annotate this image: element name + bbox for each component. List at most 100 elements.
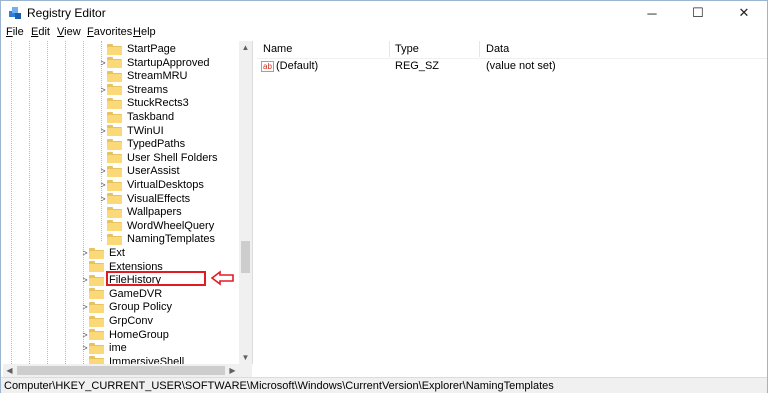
chevron-right-icon[interactable]: > [99,194,107,204]
tree-item[interactable]: > VisualEffects [100,192,191,206]
tree-item[interactable]: > Ext [82,246,125,260]
tree-item[interactable]: ImmersiveShell [89,355,184,364]
scroll-down-icon[interactable]: ▼ [239,351,252,364]
scroll-thumb[interactable] [17,366,225,375]
folder-icon [89,356,104,364]
folder-icon [107,97,122,109]
tree-item-label: WordWheelQuery [127,219,215,232]
tree-item[interactable]: StartPage [107,42,176,56]
menu-view[interactable]: View [57,26,81,38]
chevron-right-icon[interactable]: > [81,302,89,312]
menu-favorites[interactable]: Favorites [87,26,132,38]
tree-item[interactable]: Taskband [107,110,174,124]
title-bar[interactable]: Registry Editor ─ ☐ ✕ [1,1,767,25]
minimize-button[interactable]: ─ [629,1,675,25]
tree-item[interactable]: > Group Policy [82,300,172,314]
menu-edit[interactable]: Edit [31,26,50,38]
menu-file[interactable]: File [6,26,24,38]
tree-item-label: Wallpapers [127,206,182,219]
tree-item-label: VisualEffects [127,192,191,205]
folder-icon [89,342,104,354]
folder-icon [89,247,104,259]
chevron-right-icon[interactable]: > [81,330,89,340]
tree-guide-line [29,41,30,364]
tree-item-label: NamingTemplates [127,233,216,246]
tree-item-label: TypedPaths [127,138,186,151]
tree-guide-line [47,41,48,364]
folder-icon [107,152,122,164]
close-button[interactable]: ✕ [721,1,767,25]
scroll-thumb[interactable] [241,241,250,273]
folder-icon [89,261,104,273]
tree-item-label: GameDVR [109,287,163,300]
tree-item[interactable]: StreamMRU [107,69,188,83]
tree-item-label: StreamMRU [127,70,188,83]
tree-item[interactable]: GrpConv [89,314,153,328]
tree-item-label: StartPage [127,43,176,55]
tree-item[interactable]: > VirtualDesktops [100,178,204,192]
folder-icon [107,206,122,218]
registry-editor-window: Registry Editor ─ ☐ ✕ File Edit View Fav… [0,0,768,393]
maximize-button[interactable]: ☐ [675,1,721,25]
tree-horizontal-scrollbar[interactable]: ◀ ▶ [3,364,239,377]
column-header-name[interactable]: Name [263,41,391,57]
folder-icon [107,70,122,82]
folder-icon [107,84,122,96]
window-title: Registry Editor [27,6,106,20]
status-bar: Computer\HKEY_CURRENT_USER\SOFTWARE\Micr… [1,377,767,393]
value-row-data[interactable]: (value not set) [486,59,556,73]
tree-item-label: VirtualDesktops [127,179,204,191]
tree-guide-line [83,41,84,364]
tree-vertical-scrollbar[interactable]: ▲ ▼ [239,41,252,364]
string-value-icon: ab [261,60,274,72]
tree-item[interactable]: NamingTemplates [107,232,215,246]
menu-help[interactable]: Help [133,26,156,38]
tree-item[interactable]: > ime [82,341,126,355]
folder-icon [107,125,122,137]
chevron-right-icon[interactable]: > [99,85,107,95]
value-row-name[interactable]: ab (Default) [261,59,389,73]
tree-item-label: Taskband [127,111,175,123]
minimize-icon: ─ [647,5,657,21]
tree-item[interactable]: WordWheelQuery [107,219,214,233]
tree-item-label: Ext [109,247,125,259]
column-separator[interactable] [479,41,480,57]
tree-guide-line [65,41,66,364]
scrollbar-corner [239,364,252,377]
chevron-right-icon[interactable]: > [81,248,89,258]
close-icon: ✕ [738,5,750,20]
chevron-right-icon[interactable]: > [99,180,107,190]
chevron-right-icon[interactable]: > [99,166,107,176]
tree-item[interactable]: Wallpapers [107,205,182,219]
tree-item[interactable]: > TWinUI [100,124,163,138]
registry-tree[interactable]: StartPage > StartupApproved StreamMRU > Strea… [3,41,253,364]
value-row-type[interactable]: REG_SZ [395,59,439,73]
tree-item[interactable]: > Streams [100,83,168,97]
column-header-data[interactable]: Data [486,41,686,57]
folder-icon [107,179,122,191]
scroll-up-icon[interactable]: ▲ [239,41,252,54]
tree-item[interactable]: User Shell Folders [107,151,217,165]
tree-item[interactable]: GameDVR [89,287,162,301]
tree-item[interactable]: StuckRects3 [107,96,189,110]
tree-item[interactable]: TypedPaths [107,137,185,151]
chevron-right-icon[interactable]: > [99,58,107,68]
values-pane[interactable]: Name Type Data ab (Default) REG_SZ (valu… [257,41,767,377]
tree-item[interactable]: > StartupApproved [100,56,209,70]
tree-item[interactable]: > HomeGroup [82,328,169,342]
chevron-right-icon[interactable]: > [99,126,107,136]
tree-item-label: GrpConv [109,315,154,327]
chevron-right-icon[interactable]: > [81,343,89,353]
column-separator[interactable] [389,41,390,57]
scroll-left-icon[interactable]: ◀ [3,364,16,377]
column-header-type[interactable]: Type [395,41,481,57]
scroll-right-icon[interactable]: ▶ [226,364,239,377]
tree-item-label: Streams [127,83,168,96]
folder-icon [89,329,104,341]
folder-icon [107,165,122,177]
selected-key-highlight [106,271,206,286]
chevron-right-icon[interactable]: > [81,275,89,285]
tree-guide-line [11,41,12,364]
tree-item[interactable]: > UserAssist [100,164,179,178]
folder-icon [107,43,122,55]
